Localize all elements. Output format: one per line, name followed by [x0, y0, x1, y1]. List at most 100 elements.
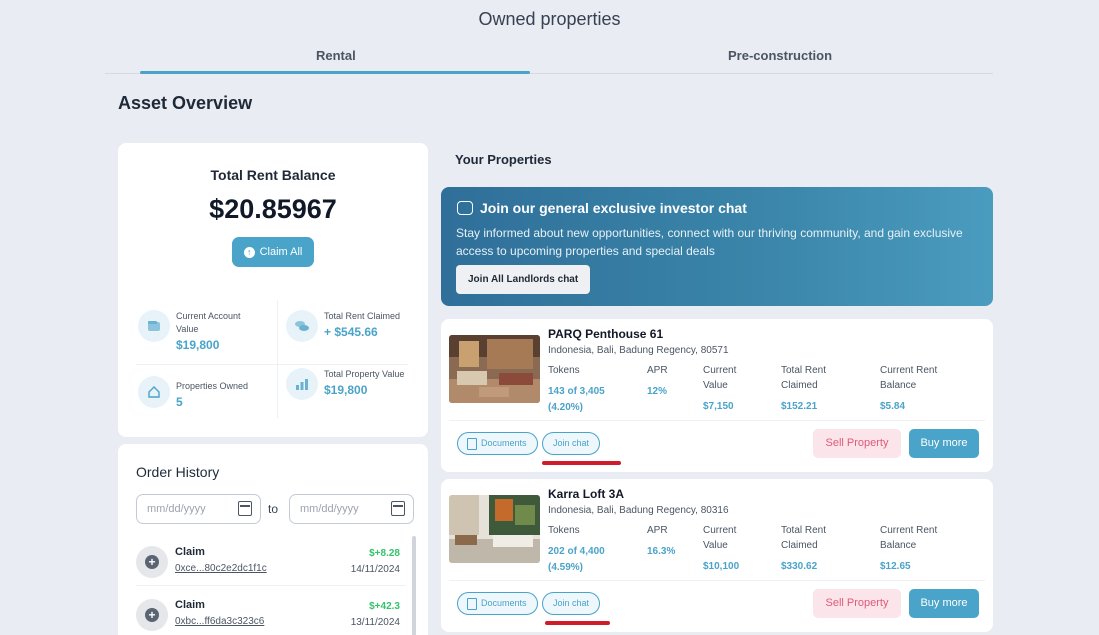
wallet-icon	[138, 310, 170, 342]
date-to-label: to	[268, 502, 279, 516]
property-address: Indonesia, Bali, Badung Regency, 80571	[548, 345, 729, 356]
stats-divider	[277, 300, 278, 418]
banner-title: Join our general exclusive investor chat	[480, 200, 747, 216]
property-image[interactable]	[449, 335, 540, 403]
calendar-icon[interactable]	[238, 501, 252, 516]
apr-value: 12%	[647, 386, 668, 397]
current-rent-balance-column: Current Rent Balance $12.65	[880, 523, 955, 575]
stat-properties-owned: Properties Owned 5	[138, 376, 264, 409]
join-chat-highlight	[545, 621, 610, 625]
order-row[interactable]: + Claim 0xce...80c2e2dc1f1c $+8.28 14/11…	[136, 538, 406, 586]
order-row[interactable]: + Claim 0xbc...ff6da3c323c6 $+42.3 13/11…	[136, 591, 406, 635]
current-rent-balance-label: Current Rent Balance	[880, 525, 938, 551]
current-value-value: $7,150	[703, 401, 734, 412]
stat-label: Properties Owned	[176, 381, 249, 391]
plus-icon: +	[145, 555, 159, 569]
tab-rental[interactable]: Rental	[316, 48, 356, 63]
current-rent-balance-value: $12.65	[880, 561, 911, 572]
asset-overview-title: Asset Overview	[118, 93, 253, 113]
apr-column: APR 12%	[647, 363, 687, 400]
order-amount: $+42.3	[369, 601, 400, 612]
order-hash-link[interactable]: 0xce...80c2e2dc1f1c	[175, 563, 267, 574]
rent-balance-card: Total Rent Balance $20.85967 ↑ Claim All…	[118, 143, 428, 437]
your-properties-title: Your Properties	[455, 152, 552, 167]
buy-more-button[interactable]: Buy more	[909, 429, 979, 458]
banner-text: Stay informed about new opportunities, c…	[456, 226, 963, 258]
card-divider	[449, 580, 985, 581]
order-hash-link[interactable]: 0xbc...ff6da3c323c6	[175, 616, 264, 627]
total-rent-claimed-value: $330.62	[781, 561, 818, 572]
stat-value: 5	[176, 395, 183, 409]
documents-button[interactable]: Documents	[457, 592, 538, 615]
sell-property-button[interactable]: Sell Property	[813, 589, 901, 618]
stats-divider	[136, 364, 408, 365]
account-stats-grid: Current Account Value $19,800 Total Rent…	[136, 300, 408, 418]
claim-all-label: Claim All	[259, 246, 303, 258]
current-rent-balance-column: Current Rent Balance $5.84	[880, 363, 955, 415]
apr-label: APR	[647, 365, 668, 376]
property-card: Karra Loft 3A Indonesia, Bali, Badung Re…	[441, 479, 993, 632]
stat-label: Total Rent Claimed	[324, 311, 401, 321]
order-type: Claim	[175, 599, 205, 611]
total-rent-claimed-label: Total Rent Claimed	[781, 525, 827, 551]
active-tab-indicator	[140, 71, 530, 74]
property-name[interactable]: Karra Loft 3A	[548, 487, 624, 501]
total-rent-claimed-label: Total Rent Claimed	[781, 365, 827, 391]
order-icon: +	[136, 599, 168, 631]
card-divider	[449, 420, 985, 421]
page-title: Owned properties	[478, 9, 621, 29]
calendar-icon[interactable]	[391, 501, 405, 516]
total-rent-claimed-value: $152.21	[781, 401, 818, 412]
rent-balance-value: $20.85967	[209, 194, 337, 224]
join-chat-button[interactable]: Join chat	[542, 592, 601, 615]
chat-icon	[457, 201, 473, 215]
order-list-scrollbar[interactable]	[412, 536, 416, 635]
tokens-label: Tokens	[548, 365, 580, 376]
claim-all-button[interactable]: ↑ Claim All	[232, 237, 314, 267]
current-value-label: Current Value	[703, 365, 737, 391]
apr-label: APR	[647, 525, 668, 536]
property-card: PARQ Penthouse 61 Indonesia, Bali, Badun…	[441, 319, 993, 472]
sell-property-button[interactable]: Sell Property	[813, 429, 901, 458]
home-icon	[138, 376, 170, 408]
tokens-column: Tokens 143 of 3,405 (4.20%)	[548, 363, 628, 416]
order-date: 14/11/2024	[350, 564, 400, 575]
total-rent-claimed-column: Total Rent Claimed $152.21	[781, 363, 851, 415]
order-history-title: Order History	[136, 464, 220, 480]
apr-value: 16.3%	[647, 546, 676, 557]
buy-more-button[interactable]: Buy more	[909, 589, 979, 618]
stat-value: $19,800	[176, 338, 220, 352]
tokens-value: 202 of 4,400 (4.59%)	[548, 546, 605, 573]
join-landlords-chat-button[interactable]: Join All Landlords chat	[456, 265, 591, 294]
stat-total-property-value: Total Property Value $19,800	[286, 368, 412, 400]
coins-icon	[286, 310, 318, 342]
current-value-label: Current Value	[703, 525, 737, 551]
order-history-card: Order History mm/dd/yyyy to mm/dd/yyyy +…	[118, 444, 428, 635]
tokens-label: Tokens	[548, 525, 580, 536]
date-from-input[interactable]: mm/dd/yyyy	[136, 494, 261, 524]
join-chat-highlight	[542, 461, 621, 465]
total-rent-claimed-column: Total Rent Claimed $330.62	[781, 523, 851, 575]
stat-total-rent-claimed: Total Rent Claimed + $545.66	[286, 310, 412, 342]
current-value-column: Current Value $10,100	[703, 523, 763, 575]
order-date: 13/11/2024	[350, 617, 400, 628]
join-chat-button[interactable]: Join chat	[542, 432, 601, 455]
date-placeholder: mm/dd/yyyy	[300, 503, 359, 515]
tokens-value: 143 of 3,405 (4.20%)	[548, 386, 605, 413]
tab-bar: Rental Pre-construction	[105, 42, 993, 74]
tab-pre-construction[interactable]: Pre-construction	[728, 48, 832, 63]
current-value-value: $10,100	[703, 561, 740, 572]
current-rent-balance-label: Current Rent Balance	[880, 365, 938, 391]
order-icon: +	[136, 546, 168, 578]
property-image[interactable]	[449, 495, 540, 563]
stat-label: Total Property Value	[324, 369, 405, 379]
property-name[interactable]: PARQ Penthouse 61	[548, 327, 663, 341]
tokens-column: Tokens 202 of 4,400 (4.59%)	[548, 523, 628, 576]
stat-value: $19,800	[324, 383, 368, 397]
order-amount: $+8.28	[369, 548, 400, 559]
investor-chat-banner: Join our general exclusive investor chat…	[441, 187, 993, 306]
arrow-up-icon: ↑	[243, 246, 255, 258]
documents-button[interactable]: Documents	[457, 432, 538, 455]
current-value-column: Current Value $7,150	[703, 363, 763, 415]
date-to-input[interactable]: mm/dd/yyyy	[289, 494, 414, 524]
